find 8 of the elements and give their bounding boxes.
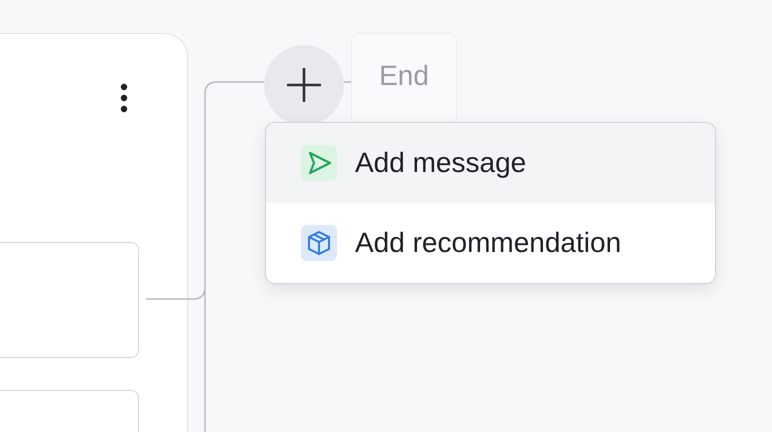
cube-icon [301,225,337,261]
send-icon [301,145,337,181]
plus-icon [287,68,321,102]
menu-item[interactable]: Add message [266,123,715,203]
more-options-icon[interactable] [119,82,129,114]
input-field[interactable] [0,242,139,358]
menu-item[interactable]: Add recommendation [266,203,715,283]
connector-line [344,81,351,83]
